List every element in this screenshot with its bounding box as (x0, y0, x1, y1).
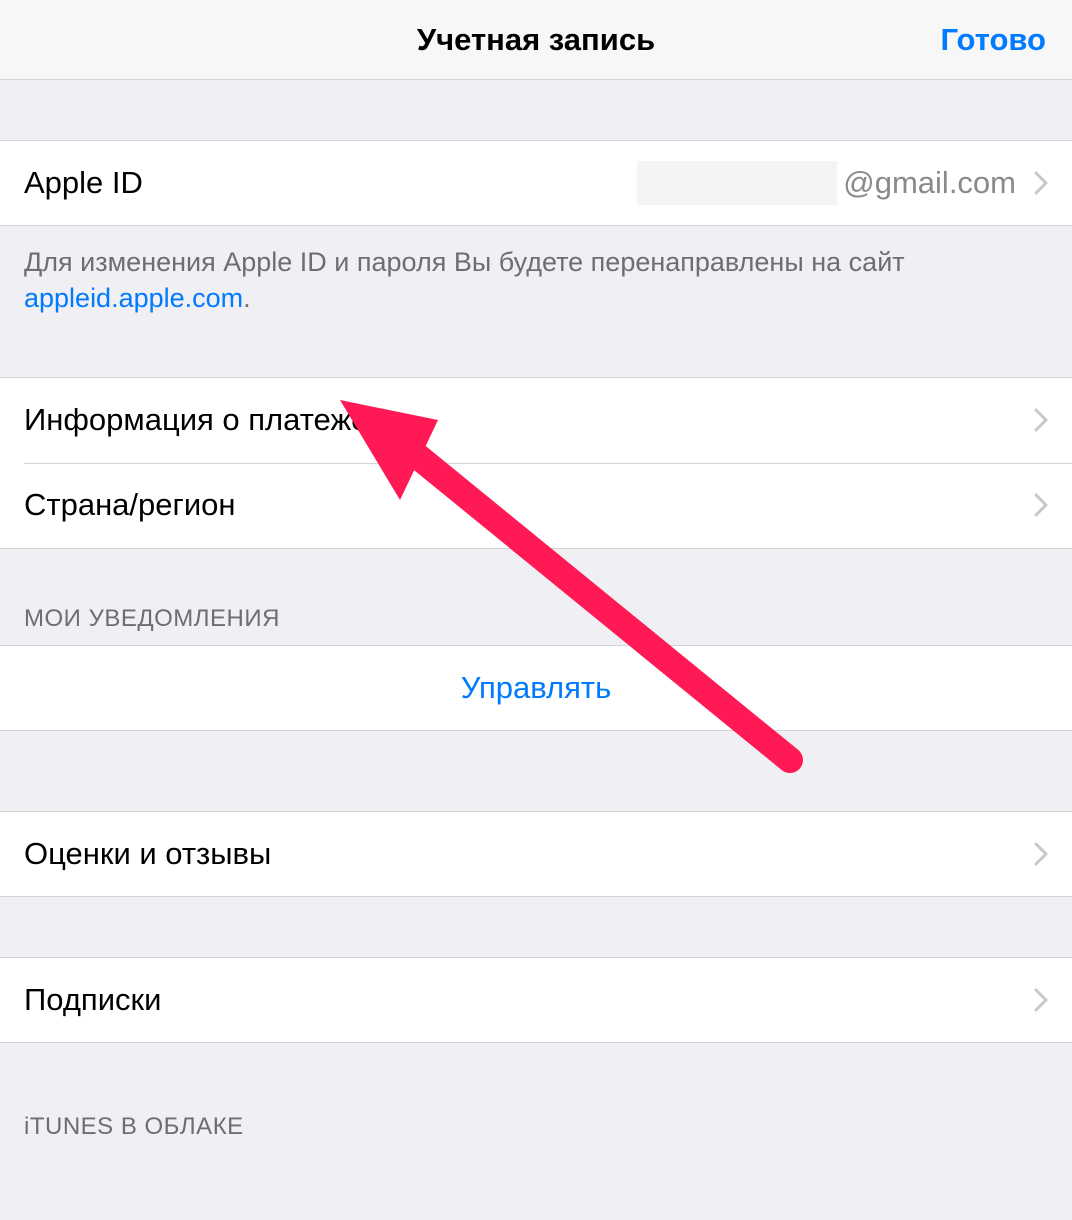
chevron-right-icon (1034, 988, 1048, 1012)
spacer (0, 731, 1072, 811)
subscriptions-row[interactable]: Подписки (0, 957, 1072, 1043)
navbar: Учетная запись Готово (0, 0, 1072, 80)
done-button[interactable]: Готово (941, 22, 1047, 58)
payment-info-label: Информация о платеже (24, 402, 368, 438)
apple-id-label: Apple ID (24, 165, 143, 201)
apple-id-suffix: @gmail.com (843, 165, 1016, 201)
appleid-link[interactable]: appleid.apple.com (24, 283, 243, 313)
section-header-itunes-cloud: iTUNES В ОБЛАКЕ (0, 1043, 1072, 1153)
chevron-right-icon (1034, 493, 1048, 517)
ratings-reviews-row[interactable]: Оценки и отзывы (0, 811, 1072, 897)
manage-label: Управлять (461, 670, 612, 706)
country-region-label: Страна/регион (24, 487, 236, 523)
redacted-email-prefix (637, 161, 837, 205)
manage-button[interactable]: Управлять (0, 645, 1072, 731)
chevron-right-icon (1034, 408, 1048, 432)
spacer (0, 80, 1072, 140)
payment-info-row[interactable]: Информация о платеже (0, 377, 1072, 463)
ratings-reviews-label: Оценки и отзывы (24, 836, 271, 872)
note-text-after: . (243, 283, 251, 313)
spacer (0, 341, 1072, 377)
country-region-row[interactable]: Страна/регион (0, 463, 1072, 549)
chevron-right-icon (1034, 842, 1048, 866)
chevron-right-icon (1034, 171, 1048, 195)
apple-id-value: @gmail.com (143, 161, 1024, 205)
section-header-notifications: МОИ УВЕДОМЛЕНИЯ (0, 549, 1072, 645)
spacer (0, 897, 1072, 957)
note-text-before: Для изменения Apple ID и пароля Вы будет… (24, 247, 905, 277)
navbar-title: Учетная запись (417, 22, 655, 58)
apple-id-footer-note: Для изменения Apple ID и пароля Вы будет… (0, 226, 1072, 341)
subscriptions-label: Подписки (24, 982, 161, 1018)
apple-id-row[interactable]: Apple ID @gmail.com (0, 140, 1072, 226)
